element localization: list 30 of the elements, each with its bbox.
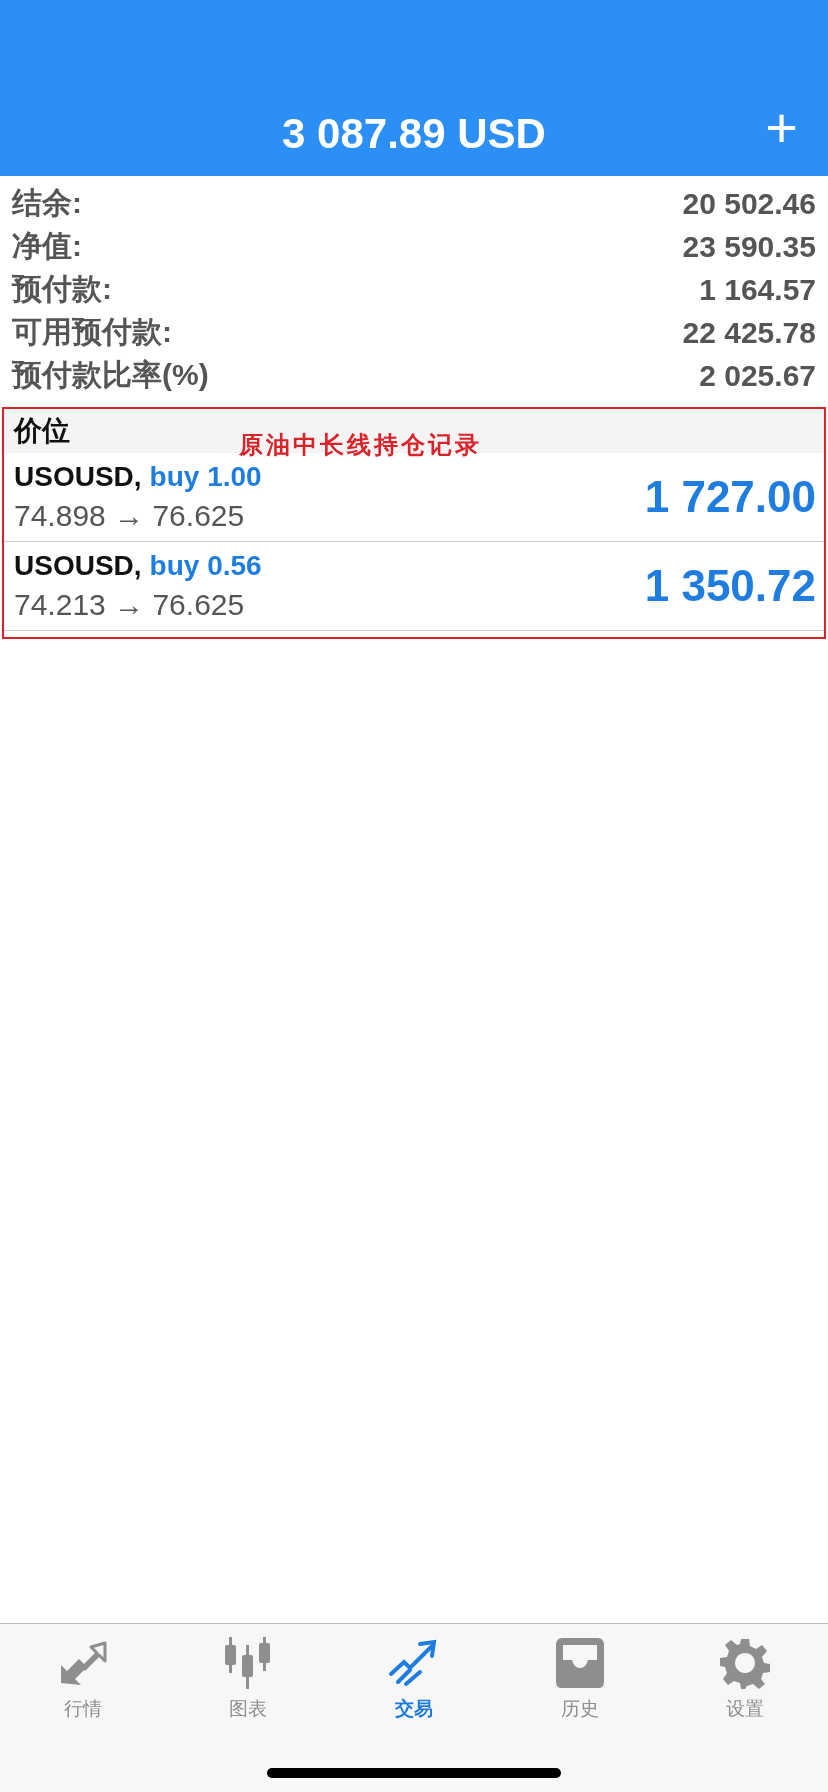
order-label: buy 0.56 bbox=[149, 550, 262, 582]
inbox-icon bbox=[553, 1638, 606, 1688]
profit-value: 1 727.00 bbox=[644, 472, 816, 522]
summary-value: 1 164.57 bbox=[699, 272, 816, 307]
symbol-label: USOUSD, bbox=[14, 550, 142, 582]
account-total: 3 087.89 USD bbox=[282, 110, 546, 158]
position-row[interactable]: USOUSD, buy 0.56 74.213 → 76.625 1 350.72 bbox=[4, 542, 824, 631]
add-button[interactable]: + bbox=[765, 100, 798, 156]
settings-icon bbox=[719, 1637, 772, 1689]
summary-value: 20 502.46 bbox=[682, 186, 816, 221]
tab-button[interactable]: 设置 bbox=[690, 1636, 801, 1722]
summary-value: 22 425.78 bbox=[682, 315, 816, 350]
tab-button[interactable]: 图表 bbox=[193, 1636, 304, 1722]
tab-button[interactable]: 行情 bbox=[27, 1636, 138, 1722]
summary-label: 预付款: bbox=[12, 271, 112, 307]
symbol-label: USOUSD, bbox=[14, 461, 142, 493]
price-change: 74.213 → 76.625 bbox=[14, 588, 246, 622]
summary-value: 23 590.35 bbox=[682, 229, 816, 264]
summary-label: 预付款比率(%) bbox=[12, 357, 209, 393]
summary-label: 可用预付款: bbox=[12, 314, 172, 350]
price-change: 74.898 → 76.625 bbox=[14, 499, 246, 533]
summary-label: 结余: bbox=[12, 185, 82, 221]
section-title: 价位 bbox=[14, 414, 70, 448]
summary-label: 净值: bbox=[12, 228, 82, 264]
tab-button[interactable]: 交易 bbox=[359, 1636, 469, 1722]
order-label: buy 1.00 bbox=[149, 461, 262, 493]
profit-value: 1 350.72 bbox=[644, 561, 816, 611]
home-indicator[interactable] bbox=[267, 1768, 561, 1778]
tab-button[interactable]: 历史 bbox=[524, 1636, 635, 1722]
summary-value: 2 025.67 bbox=[699, 358, 816, 393]
